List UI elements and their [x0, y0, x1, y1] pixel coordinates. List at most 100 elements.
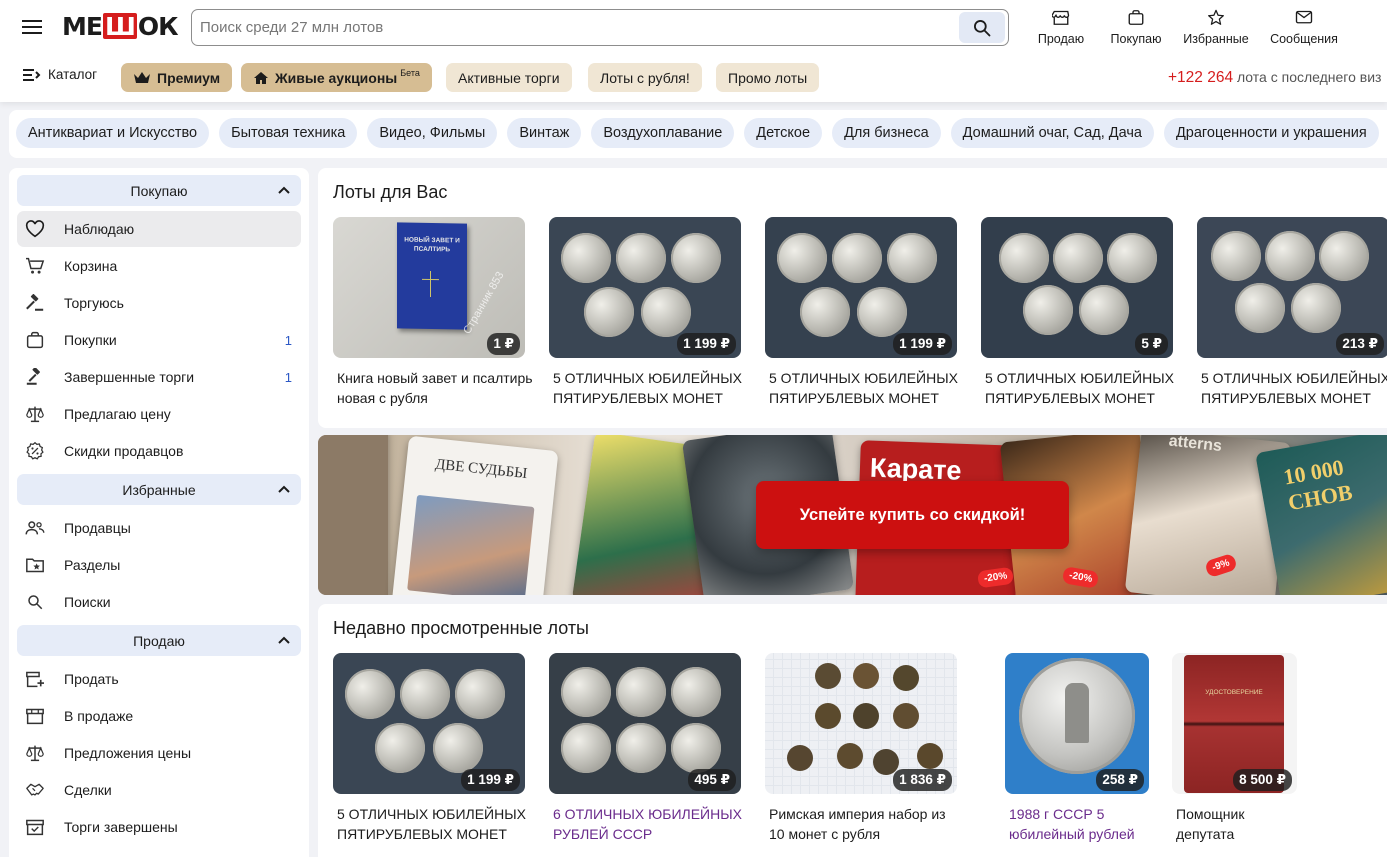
- for-you-title: Лоты для Вас: [333, 182, 448, 202]
- sidebar-item-purchases[interactable]: Покупки 1: [17, 322, 301, 358]
- sidebar-item-searches[interactable]: Поиски: [17, 584, 301, 620]
- scales-icon: [26, 406, 44, 423]
- lot-image[interactable]: 1 199 ₽: [765, 217, 957, 358]
- category-chip[interactable]: Видео, Фильмы: [367, 118, 498, 148]
- category-chip[interactable]: Домашний очаг, Сад, Дача: [950, 118, 1154, 148]
- lot-card[interactable]: НОВЫЙ ЗАВЕТ И ПСАЛТИРЬ Странник 853 1 ₽ …: [333, 217, 533, 408]
- sidebar-item-bidding[interactable]: Торгуюсь: [17, 285, 301, 321]
- sidebar-item-price-offers[interactable]: Предложения цены: [17, 735, 301, 771]
- lot-image[interactable]: 1 199 ₽: [333, 653, 525, 794]
- lot-price: 1 ₽: [487, 333, 520, 355]
- beta-badge: Бета: [400, 67, 420, 78]
- live-auctions-pill[interactable]: Живые аукционы Бета: [241, 63, 432, 92]
- lot-image[interactable]: НОВЫЙ ЗАВЕТ И ПСАЛТИРЬ Странник 853 1 ₽: [333, 217, 525, 358]
- lot-image[interactable]: 1 836 ₽: [765, 653, 957, 794]
- lot-image[interactable]: 213 ₽: [1197, 217, 1387, 358]
- lot-price: 1 199 ₽: [893, 333, 952, 355]
- sidebar-item-sections[interactable]: Разделы: [17, 547, 301, 583]
- lot-card[interactable]: 1 836 ₽ Римская империя набор из 10 моне…: [765, 653, 957, 844]
- lot-image[interactable]: 5 ₽: [981, 217, 1173, 358]
- messages-label: Сообщения: [1270, 32, 1338, 46]
- favorites-label: Избранные: [1183, 32, 1249, 46]
- lot-price: 1 199 ₽: [677, 333, 736, 355]
- lot-card[interactable]: 1 199 ₽ 5 ОТЛИЧНЫХ ЮБИЛЕЙНЫХ ПЯТИРУБЛЕВЫ…: [549, 217, 742, 408]
- sell-link[interactable]: Продаю: [1030, 9, 1092, 46]
- book-cover: НОВЫЙ ЗАВЕТ И ПСАЛТИРЬ: [397, 222, 467, 330]
- lot-card[interactable]: 495 ₽ 6 ОТЛИЧНЫХ ЮБИЛЕЙНЫХ РУБЛЕЙ СССР: [549, 653, 742, 844]
- buy-link[interactable]: Покупаю: [1105, 9, 1167, 46]
- category-strip: Антиквариат и Искусство Бытовая техника …: [9, 110, 1387, 158]
- sidebar-item-on-sale[interactable]: В продаже: [17, 698, 301, 734]
- logo-mark: Ш: [102, 11, 137, 41]
- lot-title[interactable]: 6 ОТЛИЧНЫХ ЮБИЛЕЙНЫХ РУБЛЕЙ СССР: [549, 804, 749, 844]
- lot-card[interactable]: УДОСТОВЕРЕНИЕ 8 500 ₽ Помощник депутата: [1172, 653, 1297, 844]
- from-ruble-pill[interactable]: Лоты с рубля!: [588, 63, 702, 92]
- category-chip[interactable]: Детское: [744, 118, 823, 148]
- store-icon: [26, 708, 44, 725]
- lot-title[interactable]: 5 ОТЛИЧНЫХ ЮБИЛЕЙНЫХ ПЯТИРУБЛЕВЫХ МОНЕТ: [765, 368, 965, 408]
- lot-card[interactable]: 258 ₽ 1988 г СССР 5 юбилейный рублей: [1005, 653, 1149, 844]
- lot-title[interactable]: Книга новый завет и псалтирь новая с руб…: [333, 368, 533, 408]
- lot-price: 1 199 ₽: [461, 769, 520, 791]
- site-logo[interactable]: МЕ Ш ОК: [62, 11, 179, 41]
- bag-icon: [26, 331, 44, 349]
- active-auctions-pill[interactable]: Активные торги: [446, 63, 572, 92]
- sidebar-section-buying[interactable]: Покупаю: [17, 175, 301, 206]
- add-store-icon: [26, 671, 44, 688]
- search-input[interactable]: [192, 10, 959, 45]
- favorites-link[interactable]: Избранные: [1176, 9, 1256, 46]
- search-button[interactable]: [959, 12, 1005, 43]
- catalog-label: Каталог: [48, 67, 98, 82]
- lot-image[interactable]: 1 199 ₽: [549, 217, 741, 358]
- sidebar-item-deals[interactable]: Сделки: [17, 772, 301, 808]
- messages-link[interactable]: Сообщения: [1264, 9, 1344, 46]
- category-chip[interactable]: Драгоценности и украшения: [1163, 118, 1379, 148]
- sidebar-item-sellers[interactable]: Продавцы: [17, 510, 301, 546]
- sidebar-item-offer-price[interactable]: Предлагаю цену: [17, 396, 301, 432]
- chevron-up-icon: [278, 485, 290, 493]
- lot-title[interactable]: Римская империя набор из 10 монет с рубл…: [765, 804, 965, 844]
- for-you-panel: Лоты для Вас НОВЫЙ ЗАВЕТ И ПСАЛТИРЬ Стра…: [318, 168, 1387, 428]
- lot-image[interactable]: 258 ₽: [1005, 653, 1149, 794]
- lot-image[interactable]: 495 ₽: [549, 653, 741, 794]
- lot-title[interactable]: 5 ОТЛИЧНЫХ ЮБИЛЕЙНЫХ ПЯТИРУБЛЕВЫХ МОНЕТ: [1197, 368, 1387, 408]
- promo-lots-pill[interactable]: Промо лоты: [716, 63, 820, 92]
- category-chip[interactable]: Винтаж: [507, 118, 582, 148]
- sidebar-item-watching[interactable]: Наблюдаю: [17, 211, 301, 247]
- lot-title[interactable]: 5 ОТЛИЧНЫХ ЮБИЛЕЙНЫХ ПЯТИРУБЛЕВЫХ МОНЕТ: [549, 368, 749, 408]
- category-chip[interactable]: Антиквариат и Искусство: [16, 118, 210, 148]
- lot-title[interactable]: Помощник депутата: [1172, 804, 1292, 844]
- lot-card[interactable]: 1 199 ₽ 5 ОТЛИЧНЫХ ЮБИЛЕЙНЫХ ПЯТИРУБЛЕВЫ…: [765, 217, 958, 408]
- purchases-count: 1: [284, 332, 292, 348]
- sidebar-section-favorites[interactable]: Избранные: [17, 474, 301, 505]
- folder-star-icon: [26, 558, 44, 573]
- lot-card[interactable]: 5 ₽ 5 ОТЛИЧНЫХ ЮБИЛЕЙНЫХ ПЯТИРУБЛЕВЫХ МО…: [981, 217, 1174, 408]
- menu-icon[interactable]: [22, 20, 42, 36]
- sidebar-item-seller-discounts[interactable]: Скидки продавцов: [17, 433, 301, 469]
- sidebar-item-auctions-finished[interactable]: Торги завершены: [17, 809, 301, 845]
- category-chip[interactable]: Бытовая техника: [219, 118, 358, 148]
- discount-banner[interactable]: ДВЕ СУДЬБЫ Карате atterns 10 000 СНОВ -2…: [318, 435, 1387, 595]
- search-icon: [28, 595, 43, 610]
- lot-title[interactable]: 5 ОТЛИЧНЫХ ЮБИЛЕЙНЫХ ПЯТИРУБЛЕВЫХ МОНЕТ: [333, 804, 533, 844]
- discount-cta-button[interactable]: Успейте купить со скидкой!: [756, 481, 1069, 549]
- premium-pill[interactable]: Премиум: [121, 63, 233, 92]
- category-chip[interactable]: Воздухоплавание: [591, 118, 735, 148]
- sidebar-item-cart[interactable]: Корзина: [17, 248, 301, 284]
- lot-title[interactable]: 5 ОТЛИЧНЫХ ЮБИЛЕЙНЫХ ПЯТИРУБЛЕВЫХ МОНЕТ: [981, 368, 1181, 408]
- lot-card[interactable]: 213 ₽ 5 ОТЛИЧНЫХ ЮБИЛЕЙНЫХ ПЯТИРУБЛЕВЫХ …: [1197, 217, 1387, 408]
- top-header: МЕШОК Продаю Покупаю Избранные Сообщения…: [0, 0, 1387, 102]
- watermark: Странник 853: [461, 269, 507, 337]
- sidebar-item-sell[interactable]: Продать: [17, 661, 301, 697]
- lot-image[interactable]: УДОСТОВЕРЕНИЕ 8 500 ₽: [1172, 653, 1297, 794]
- category-chip[interactable]: Для бизнеса: [832, 118, 941, 148]
- lot-card[interactable]: 1 199 ₽ 5 ОТЛИЧНЫХ ЮБИЛЕЙНЫХ ПЯТИРУБЛЕВЫ…: [333, 653, 526, 844]
- new-lots-counter: +122 264 лота с последнего виз: [1168, 69, 1382, 86]
- sidebar: Покупаю Наблюдаю Корзина Торгуюсь Покупк…: [9, 168, 309, 857]
- lot-title[interactable]: 1988 г СССР 5 юбилейный рублей: [1005, 804, 1145, 844]
- sidebar-item-finished-auctions[interactable]: Завершенные торги 1: [17, 359, 301, 395]
- catalog-button[interactable]: Каталог: [22, 67, 97, 82]
- buy-label: Покупаю: [1110, 32, 1162, 46]
- search-icon: [974, 19, 991, 36]
- sidebar-section-selling[interactable]: Продаю: [17, 625, 301, 656]
